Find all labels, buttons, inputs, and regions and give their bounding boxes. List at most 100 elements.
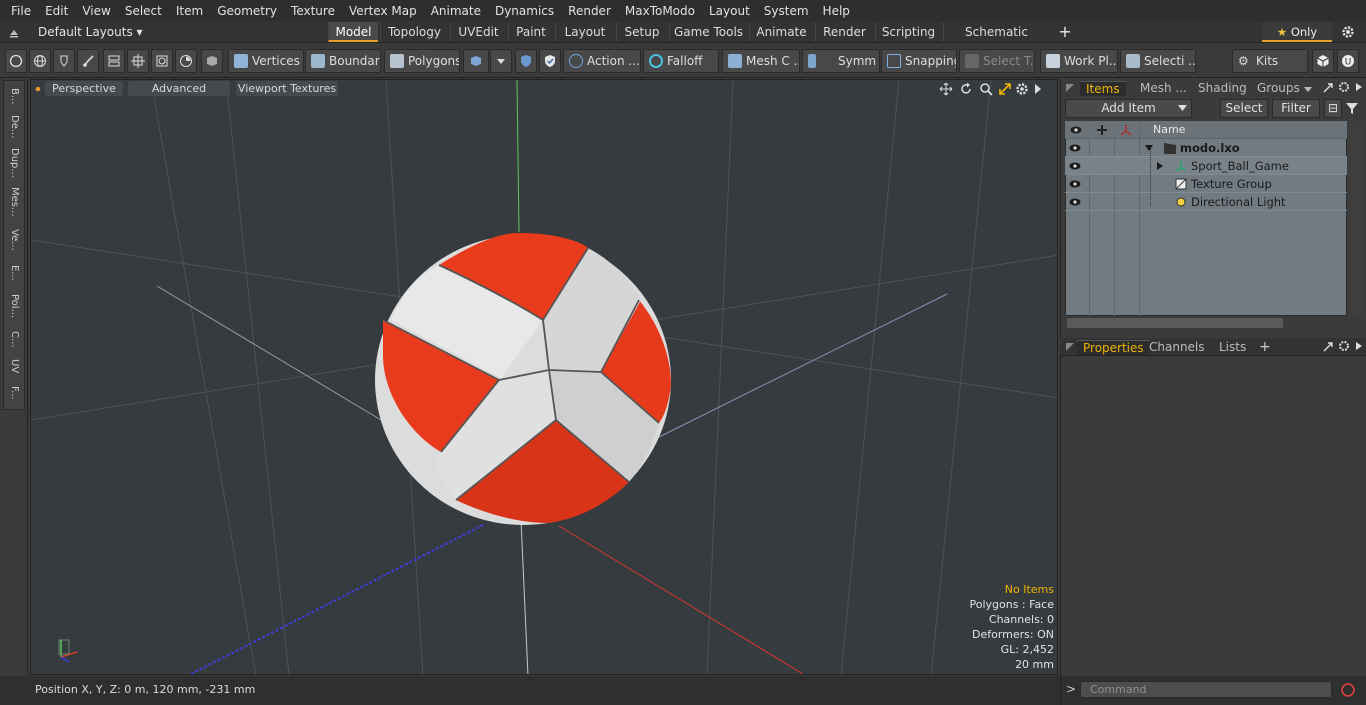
- select-button[interactable]: Select: [1220, 99, 1268, 118]
- tab-topology[interactable]: Topology: [380, 22, 448, 42]
- menu-texture[interactable]: Texture: [284, 4, 342, 18]
- tab-properties[interactable]: Properties: [1077, 340, 1150, 355]
- shading-dropdown[interactable]: Advanced: [128, 81, 230, 96]
- tab-groups[interactable]: Groups: [1257, 81, 1300, 96]
- panel-maximize-icon[interactable]: [1322, 82, 1334, 94]
- list-item[interactable]: modo.lxo: [1065, 139, 1347, 157]
- symmetry-button[interactable]: Symm ...: [802, 49, 880, 73]
- expand-arrow-icon[interactable]: [1155, 161, 1165, 171]
- polygons-button[interactable]: Polygons: [384, 49, 460, 73]
- gear-icon[interactable]: [1341, 25, 1355, 39]
- snapping-button[interactable]: Snapping: [881, 49, 957, 73]
- tab-lists[interactable]: Lists: [1219, 340, 1246, 355]
- material-icon[interactable]: [201, 49, 223, 73]
- toolbox-tab-polygon[interactable]: Pol...: [4, 289, 24, 323]
- viewport-textures-dropdown[interactable]: Viewport Textures: [236, 81, 338, 96]
- menu-help[interactable]: Help: [816, 4, 857, 18]
- add-item-button[interactable]: Add Item: [1065, 99, 1192, 118]
- only-toggle[interactable]: ★ Only: [1262, 22, 1332, 42]
- pan-icon[interactable]: [939, 82, 953, 96]
- toolbox-tab-uv[interactable]: UV: [4, 355, 24, 377]
- zoom-icon[interactable]: [979, 82, 993, 96]
- unreal-icon[interactable]: U: [1337, 49, 1359, 73]
- list-item[interactable]: Sport_Ball_Game: [1065, 157, 1347, 175]
- shield-check-icon[interactable]: [539, 49, 561, 73]
- tab-mesh[interactable]: Mesh ...: [1140, 81, 1187, 96]
- boundary-button[interactable]: Boundary: [305, 49, 381, 73]
- menu-view[interactable]: View: [75, 4, 117, 18]
- menu-geometry[interactable]: Geometry: [210, 4, 284, 18]
- align-icon[interactable]: [103, 49, 125, 73]
- scrollbar-thumb[interactable]: [1067, 318, 1283, 328]
- maximize-viewport-icon[interactable]: [998, 82, 1012, 96]
- vertices-button[interactable]: Vertices: [228, 49, 304, 73]
- menu-dynamics[interactable]: Dynamics: [488, 4, 561, 18]
- toolbox-tab-deform[interactable]: De...: [4, 111, 24, 143]
- viewport-settings-gear-icon[interactable]: [1015, 82, 1029, 96]
- select-through-button[interactable]: Select T...: [959, 49, 1035, 73]
- selection-sets-button[interactable]: Selecti ...: [1120, 49, 1196, 73]
- sport-ball-mesh[interactable]: [375, 232, 671, 525]
- tab-shading[interactable]: Shading: [1198, 81, 1247, 96]
- panel-more-icon[interactable]: [1354, 82, 1364, 92]
- menu-system[interactable]: System: [757, 4, 816, 18]
- item-list-vscroll[interactable]: [1348, 121, 1362, 316]
- shield-icon[interactable]: [515, 49, 537, 73]
- toolbox-tab-basic[interactable]: B...: [4, 83, 24, 109]
- toolbox-tab-duplicate[interactable]: Dup...: [4, 145, 24, 181]
- pen-icon[interactable]: [53, 49, 75, 73]
- mesh-constraint-button[interactable]: Mesh C ...: [722, 49, 800, 73]
- toolbox-tab-fusion[interactable]: F...: [4, 379, 24, 407]
- falloff-button[interactable]: Falloff: [643, 49, 719, 73]
- toolbox-tab-edge[interactable]: E...: [4, 259, 24, 287]
- add-tab-icon[interactable]: +: [1259, 338, 1273, 356]
- viewport-expand-arrow-icon[interactable]: [1034, 84, 1042, 94]
- work-plane-button[interactable]: Work Pl...: [1040, 49, 1118, 73]
- tab-render[interactable]: Render: [815, 22, 873, 42]
- timer-icon[interactable]: [175, 49, 197, 73]
- tab-scripting[interactable]: Scripting: [875, 22, 941, 42]
- panel-gear-icon[interactable]: [1338, 81, 1350, 93]
- item-mode-icon[interactable]: [463, 49, 489, 73]
- tab-setup[interactable]: Setup: [616, 22, 667, 42]
- brush-icon[interactable]: [77, 49, 99, 73]
- rotate-icon[interactable]: [959, 82, 973, 96]
- panel-more-icon[interactable]: [1354, 341, 1364, 351]
- menu-render[interactable]: Render: [561, 4, 618, 18]
- panel-maximize-icon[interactable]: [1322, 341, 1334, 353]
- layout-dropdown[interactable]: Default Layouts ▾: [30, 23, 143, 41]
- command-input[interactable]: Command: [1080, 681, 1332, 698]
- kits-button[interactable]: ⚙ Kits: [1232, 49, 1308, 73]
- tab-channels[interactable]: Channels: [1149, 340, 1205, 355]
- menu-select[interactable]: Select: [118, 4, 169, 18]
- viewport-menu-dot-icon[interactable]: [35, 86, 41, 92]
- toolbox-tab-mesh-edit[interactable]: Mes...: [4, 183, 24, 221]
- visibility-eye-icon[interactable]: [1069, 161, 1081, 171]
- tab-layout[interactable]: Layout: [555, 22, 614, 42]
- panel-menu-icon[interactable]: [1066, 343, 1074, 351]
- filter-button[interactable]: Filter: [1272, 99, 1320, 118]
- expand-triangle-icon[interactable]: [1144, 143, 1154, 153]
- unity-icon[interactable]: [1312, 49, 1334, 73]
- add-item-dropdown-icon[interactable]: [1178, 104, 1187, 112]
- add-tab-icon[interactable]: +: [1056, 22, 1074, 42]
- toolbox-tab-vertex[interactable]: Ve...: [4, 223, 24, 257]
- perspective-dropdown[interactable]: Perspective: [45, 81, 123, 96]
- menu-item[interactable]: Item: [169, 4, 210, 18]
- tab-animate[interactable]: Animate: [749, 22, 813, 42]
- menu-layout[interactable]: Layout: [702, 4, 757, 18]
- panel-gear-icon[interactable]: [1338, 340, 1350, 352]
- tab-game-tools[interactable]: Game Tools: [669, 22, 747, 42]
- tab-items[interactable]: Items: [1080, 81, 1126, 96]
- layout-collapse-icon[interactable]: [8, 26, 20, 38]
- visibility-eye-icon[interactable]: [1069, 197, 1081, 207]
- select-circle-icon[interactable]: [5, 49, 27, 73]
- collapse-icon[interactable]: ⊟: [1324, 99, 1342, 118]
- menu-maxtomodo[interactable]: MaxToModo: [618, 4, 702, 18]
- toolbox-tab-curve[interactable]: C...: [4, 325, 24, 353]
- item-list-hscroll[interactable]: [1065, 316, 1347, 330]
- tab-paint[interactable]: Paint: [508, 22, 553, 42]
- visibility-eye-icon[interactable]: [1069, 179, 1081, 189]
- visibility-eye-icon[interactable]: [1069, 143, 1081, 153]
- menu-edit[interactable]: Edit: [38, 4, 75, 18]
